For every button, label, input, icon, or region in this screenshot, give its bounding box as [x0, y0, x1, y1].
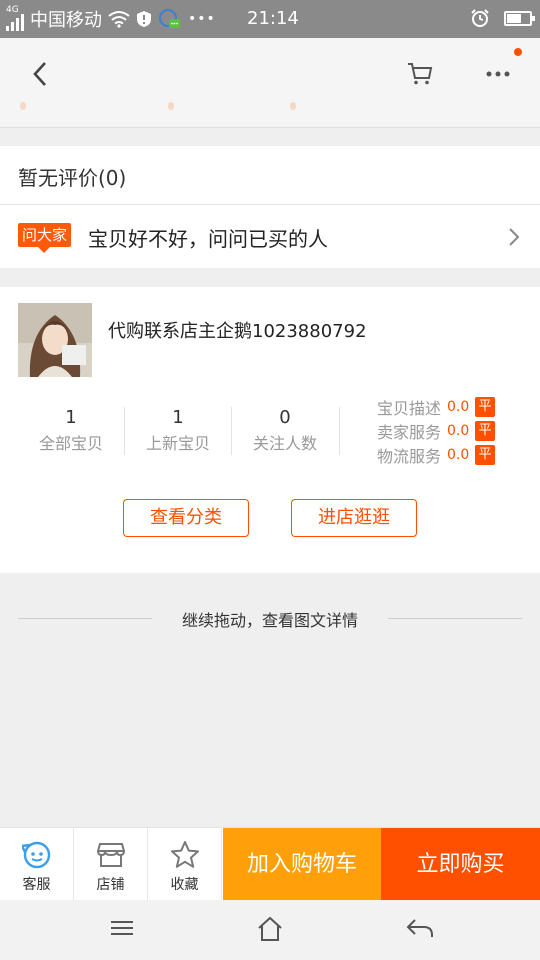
stat-value: 1: [65, 407, 77, 428]
pull-for-details[interactable]: 继续拖动，查看图文详情: [0, 606, 540, 630]
wifi-icon: [108, 11, 130, 28]
chevron-right-icon: [509, 228, 520, 246]
visit-store-button[interactable]: 进店逛逛: [291, 499, 417, 537]
rating-tag: 平: [475, 397, 496, 417]
alarm-icon: [471, 9, 489, 27]
rating-score: 0.0: [447, 447, 470, 463]
network-type: 4G: [6, 5, 19, 15]
rating-label: 宝贝描述: [377, 399, 442, 418]
stat-label: 关注人数: [252, 434, 317, 453]
top-nav-bar: [0, 38, 540, 128]
ask-everyone-row[interactable]: 问大家 宝贝好不好，问问已买的人: [0, 204, 540, 268]
favorite-label: 收藏: [170, 877, 199, 893]
back-button[interactable]: [18, 52, 62, 96]
favorite-button[interactable]: 收藏: [148, 828, 222, 901]
rating-score: 0.0: [447, 423, 470, 439]
rating-score: 0.0: [447, 399, 470, 415]
buy-now-button[interactable]: 立即购买: [381, 828, 540, 901]
notification-dot: [514, 48, 522, 56]
rating-seller-service: 卖家服务 0.0 平: [377, 419, 496, 443]
customer-service-button[interactable]: 客服: [0, 828, 74, 901]
stat-new-items[interactable]: 1 上新宝贝: [125, 407, 231, 454]
more-dots-icon: [486, 71, 510, 77]
signal-icon: 4G: [6, 5, 24, 31]
more-notifications: •••: [188, 11, 216, 27]
cart-button[interactable]: [398, 52, 442, 96]
add-to-cart-button[interactable]: 加入购物车: [223, 828, 381, 901]
scrolled-tabs-underlay: [20, 102, 520, 112]
bottom-action-bar: 客服 店铺 收藏 加入购物车 立即购买: [0, 827, 540, 901]
rating-tag: 平: [475, 445, 496, 465]
store-label: 店铺: [96, 877, 125, 893]
stat-label: 全部宝贝: [38, 434, 103, 453]
rating-description: 宝贝描述 0.0 平: [377, 395, 496, 419]
star-icon: [170, 841, 199, 868]
chevron-left-icon: [33, 62, 46, 86]
view-categories-button[interactable]: 查看分类: [123, 499, 249, 537]
store-button[interactable]: 店铺: [74, 828, 148, 901]
store-icon: [96, 843, 125, 867]
reviews-section[interactable]: 暂无评价(0): [0, 146, 540, 204]
rating-logistics: 物流服务 0.0 平: [377, 443, 496, 467]
ask-badge: 问大家: [18, 223, 72, 253]
home-icon[interactable]: [257, 916, 283, 942]
customer-service-icon: [19, 841, 50, 869]
shop-card: 代购联系店主企鹅1023880792 1 全部宝贝 1 上新宝贝 0 关注人数 …: [0, 287, 540, 573]
cart-icon: [408, 63, 433, 85]
stat-followers[interactable]: 0 关注人数: [232, 407, 338, 454]
shop-name: 代购联系店主企鹅1023880792: [108, 321, 367, 342]
ask-prompt-text: 宝贝好不好，问问已买的人: [88, 227, 328, 251]
status-bar: 4G 中国移动 ••• 21:14: [0, 0, 540, 38]
battery-icon: [504, 10, 535, 26]
carrier-name: 中国移动: [30, 10, 102, 31]
shop-avatar[interactable]: [18, 303, 92, 377]
rating-label: 物流服务: [377, 447, 442, 466]
stat-all-items[interactable]: 1 全部宝贝: [18, 407, 124, 454]
qq-notification-icon: [159, 9, 180, 28]
system-nav-bar: [0, 900, 540, 960]
divider: [339, 407, 340, 455]
shield-icon: [137, 11, 151, 27]
pull-for-details-text: 继续拖动，查看图文详情: [181, 611, 358, 630]
service-label: 客服: [22, 877, 51, 893]
back-arrow-icon[interactable]: [406, 916, 434, 940]
rating-tag: 平: [475, 421, 496, 441]
reviews-title: 暂无评价(0): [18, 166, 127, 190]
stat-value: 0: [279, 407, 291, 428]
rating-label: 卖家服务: [377, 423, 442, 442]
clock: 21:14: [247, 8, 299, 29]
more-button[interactable]: [476, 52, 520, 96]
menu-icon[interactable]: [110, 916, 134, 940]
stat-label: 上新宝贝: [145, 434, 210, 453]
stat-value: 1: [172, 407, 184, 428]
